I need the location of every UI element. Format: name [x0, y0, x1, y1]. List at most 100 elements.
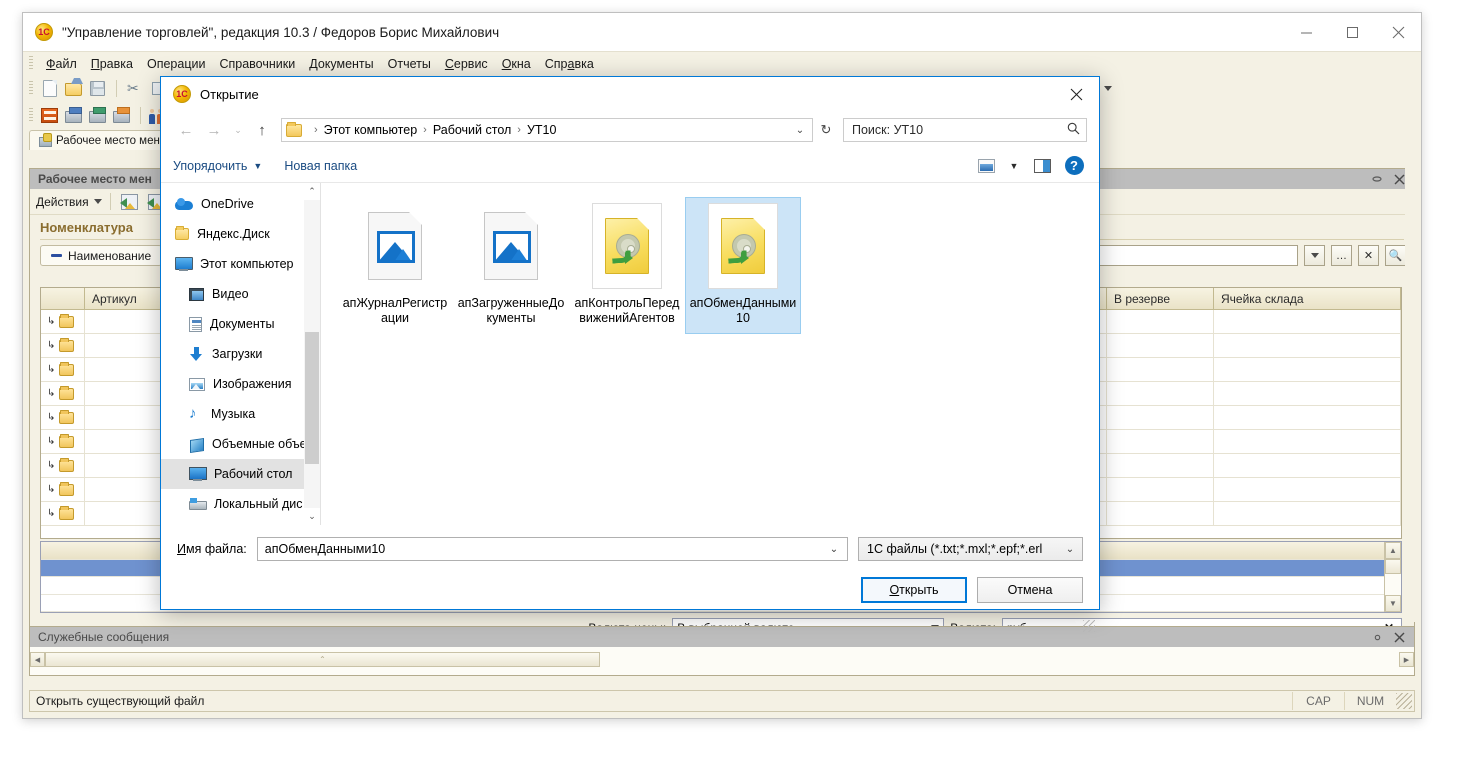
grid-header-cell[interactable]	[41, 288, 85, 310]
table-cell[interactable]	[1107, 382, 1214, 405]
print-settings-icon[interactable]	[111, 105, 133, 126]
table-cell[interactable]: ↳	[41, 310, 85, 333]
file-item[interactable]: апЗагруженныеДокументы	[453, 197, 569, 334]
dialog-resize-grip[interactable]	[1083, 620, 1095, 632]
hscroll-thumb[interactable]: ⌃	[45, 652, 600, 667]
navpane-scroll-track[interactable]	[304, 200, 320, 508]
grid-header-cell[interactable]: В резерве	[1107, 288, 1214, 310]
table-cell[interactable]	[1214, 502, 1401, 525]
grid-header-cell[interactable]: Ячейка склада	[1214, 288, 1401, 310]
file-item[interactable]: апКонтрольПередвиженийАгентов	[569, 197, 685, 334]
toolbar-grip-1[interactable]	[29, 81, 33, 96]
actions-menu-label[interactable]: Действия	[36, 195, 89, 209]
up-arrow-up-icon[interactable]: ↑	[249, 117, 275, 143]
table-cell[interactable]	[1214, 358, 1401, 381]
filter-ellipsis-icon[interactable]: …	[1331, 245, 1352, 266]
scroll-track[interactable]	[1385, 574, 1401, 595]
refresh-icon[interactable]: ↻	[815, 118, 837, 142]
navigation-pane[interactable]: OneDrive Яндекс.Диск Этот компьютер Видео До…	[161, 183, 321, 525]
filter-search-icon[interactable]: 🔍	[1385, 245, 1406, 266]
view-chevron-down-icon[interactable]: ▼	[1005, 154, 1023, 178]
expand-arrow-icon[interactable]: ↳	[47, 508, 55, 519]
file-list-pane[interactable]: апЖурналРегистрации апЗагруженныеДокумент…	[321, 183, 1099, 525]
address-bar[interactable]: › Этот компьютер › Рабочий стол › УТ10 ⌄	[281, 118, 813, 142]
menu-operations[interactable]: Операции	[140, 55, 212, 73]
mdi-restore-icon[interactable]	[1366, 170, 1388, 188]
scroll-thumb[interactable]	[1385, 559, 1401, 574]
table-cell[interactable]	[1107, 502, 1214, 525]
address-chevron-down-icon[interactable]: ⌄	[790, 125, 810, 136]
navpane-chevron-down-icon[interactable]: ⌄	[304, 508, 320, 525]
back-arrow-left-icon[interactable]: ←	[173, 117, 199, 143]
table-cell[interactable]	[1214, 334, 1401, 357]
dialog-close-button[interactable]	[1053, 77, 1099, 111]
table-cell[interactable]	[1107, 406, 1214, 429]
scroll-up-icon[interactable]: ▲	[1385, 542, 1401, 559]
forward-arrow-right-icon[interactable]: →	[201, 117, 227, 143]
file-type-filter-select[interactable]: 1С файлы (*.txt;*.mxl;*.epf;*.erl ⌄	[858, 537, 1083, 561]
expand-arrow-icon[interactable]: ↳	[47, 364, 55, 375]
open-folder-icon[interactable]	[63, 78, 85, 99]
recent-locations-chevron-down-icon[interactable]: ⌄	[229, 117, 247, 143]
table-cell[interactable]	[1107, 478, 1214, 501]
nav-item-изображения[interactable]: Изображения	[161, 369, 320, 399]
import-icon[interactable]	[119, 191, 141, 212]
menu-windows[interactable]: Окна	[495, 55, 538, 73]
minimize-button[interactable]	[1283, 13, 1329, 51]
resize-grip[interactable]	[1396, 693, 1412, 709]
organize-button[interactable]: Упорядочить ▼	[173, 159, 262, 173]
breadcrumb-item-computer[interactable]: Этот компьютер	[324, 123, 417, 137]
preview-pane-icon[interactable]	[1029, 154, 1055, 178]
menu-service[interactable]: Сервис	[438, 55, 495, 73]
new-folder-button[interactable]: Новая папка	[284, 159, 357, 173]
file-item[interactable]: апЖурналРегистрации	[337, 197, 453, 334]
nav-item-рабочий-стол[interactable]: Рабочий стол	[161, 459, 320, 489]
table-cell[interactable]: ↳	[41, 334, 85, 357]
expand-arrow-icon[interactable]: ↳	[47, 484, 55, 495]
scroll-down-icon[interactable]: ▼	[1385, 595, 1401, 612]
table-cell[interactable]: ↳	[41, 382, 85, 405]
messages-horizontal-scrollbar[interactable]: ◀ ⌃ ▶	[30, 652, 1414, 667]
table-cell[interactable]	[1214, 454, 1401, 477]
filename-input[interactable]: апОбменДанными10 ⌄	[256, 537, 848, 561]
print-preview-icon[interactable]	[87, 105, 109, 126]
table-cell[interactable]: ↳	[41, 406, 85, 429]
nav-item-onedrive[interactable]: OneDrive	[161, 189, 320, 219]
menu-file[interactable]: Файл	[39, 55, 84, 73]
help-icon[interactable]: ?	[1061, 154, 1087, 178]
table-cell[interactable]	[1107, 430, 1214, 453]
close-button[interactable]	[1375, 13, 1421, 51]
expand-arrow-icon[interactable]: ↳	[47, 340, 55, 351]
menu-catalogs[interactable]: Справочники	[212, 55, 302, 73]
details-vertical-scrollbar[interactable]: ▲ ▼	[1384, 542, 1401, 612]
expand-arrow-icon[interactable]: ↳	[47, 412, 55, 423]
table-cell[interactable]	[1107, 454, 1214, 477]
nav-item-локальный-дис[interactable]: Локальный дис	[161, 489, 320, 519]
breadcrumb-item-desktop[interactable]: Рабочий стол	[433, 123, 511, 137]
archive-icon[interactable]	[39, 105, 61, 126]
breadcrumb-item-ut10[interactable]: УТ10	[527, 123, 556, 137]
menu-help[interactable]: Справка	[538, 55, 601, 73]
cancel-button[interactable]: Отмена	[977, 577, 1083, 603]
table-cell[interactable]	[1107, 358, 1214, 381]
messages-pin-icon[interactable]	[1366, 628, 1388, 646]
table-cell[interactable]: ↳	[41, 454, 85, 477]
toolbar-overflow-chevron-down-icon[interactable]	[1097, 78, 1119, 99]
maximize-button[interactable]	[1329, 13, 1375, 51]
search-input[interactable]: Поиск: УТ10	[852, 123, 1067, 137]
menu-documents[interactable]: Документы	[302, 55, 380, 73]
file-item[interactable]: апОбменДанными10	[685, 197, 801, 334]
table-cell[interactable]: ↳	[41, 358, 85, 381]
search-icon[interactable]	[1067, 122, 1080, 138]
table-cell[interactable]: ↳	[41, 502, 85, 525]
print-icon[interactable]	[63, 105, 85, 126]
expand-arrow-icon[interactable]: ↳	[47, 316, 55, 327]
view-layout-icon[interactable]	[973, 154, 999, 178]
nav-item-загрузки[interactable]: Загрузки	[161, 339, 320, 369]
expand-arrow-icon[interactable]: ↳	[47, 388, 55, 399]
table-cell[interactable]	[1214, 406, 1401, 429]
hscroll-right-icon[interactable]: ▶	[1399, 652, 1414, 667]
table-cell[interactable]	[1214, 478, 1401, 501]
nav-item-видео[interactable]: Видео	[161, 279, 320, 309]
toolbar-grip-2[interactable]	[29, 107, 33, 123]
